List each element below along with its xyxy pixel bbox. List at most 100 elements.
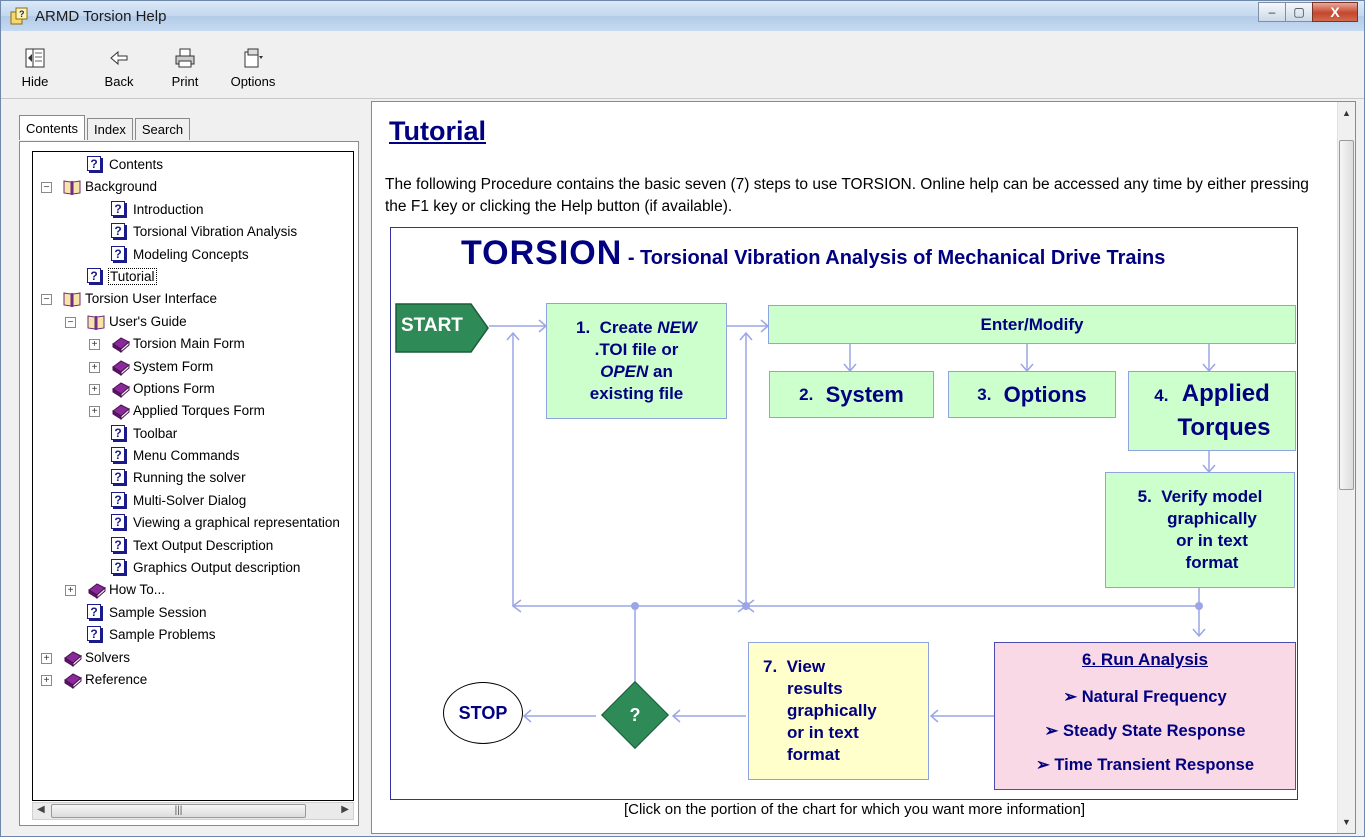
tree-item[interactable]: ? Introduction — [33, 200, 353, 222]
page-title: Tutorial — [389, 116, 486, 146]
tree-item[interactable]: + Torsion Main Form — [33, 334, 353, 356]
expand-icon[interactable]: + — [89, 406, 100, 418]
steady-state-response-link[interactable]: ➢ Steady State Response — [1045, 721, 1246, 741]
step-2-label: System — [825, 381, 904, 407]
step-7-view-results[interactable]: 7. View results graphically or in text f… — [748, 642, 929, 780]
collapse-icon[interactable]: − — [41, 182, 52, 194]
expand-icon[interactable]: + — [41, 652, 52, 664]
tree-item[interactable]: ? Sample Problems — [33, 625, 353, 647]
expand-icon[interactable]: + — [41, 674, 52, 686]
scroll-down-icon[interactable]: ▼ — [1342, 817, 1351, 827]
step-5-text-b: graphically — [1167, 509, 1257, 528]
collapse-icon[interactable]: − — [65, 316, 76, 328]
options-button[interactable]: Options — [225, 47, 281, 89]
step-3-label: Options — [1003, 381, 1087, 407]
time-transient-response-link[interactable]: ➢ Time Transient Response — [1036, 755, 1254, 775]
back-label: Back — [104, 74, 134, 89]
step-6-run-analysis[interactable]: 6. Run Analysis ➢ Natural Frequency ➢ St… — [994, 642, 1296, 790]
open-book-icon — [87, 313, 105, 331]
tab-index[interactable]: Index — [87, 118, 133, 140]
tree-item-label: Menu Commands — [133, 448, 240, 464]
tutorial-flowchart[interactable]: TORSION - Torsional Vibration Analysis o… — [390, 227, 1298, 800]
natural-frequency-link[interactable]: ➢ Natural Frequency — [1063, 687, 1226, 707]
tab-search[interactable]: Search — [134, 118, 191, 140]
horizontal-scrollbar[interactable]: ◀ ||| ▶ — [32, 802, 354, 820]
step-5-verify-model[interactable]: 5. Verify model graphically or in text f… — [1105, 472, 1295, 588]
expand-icon[interactable]: + — [65, 585, 76, 597]
tree-item[interactable]: ? Tutorial — [33, 267, 353, 289]
tree-item[interactable]: − Torsion User Interface — [33, 289, 353, 311]
step-2-system[interactable]: 2. System — [769, 371, 934, 418]
help-topic-icon: ? — [111, 514, 125, 530]
enter-modify-bar[interactable]: Enter/Modify — [768, 305, 1296, 344]
scroll-right-icon[interactable]: ▶ — [341, 804, 349, 815]
help-topic-icon: ? — [87, 603, 101, 619]
step-5-text-d: format — [1185, 553, 1239, 572]
tree-item-label: Reference — [85, 671, 148, 687]
tree-item[interactable]: ? Menu Commands — [33, 446, 353, 468]
tree-item[interactable]: ? Graphics Output description — [33, 558, 353, 580]
step-5-text-c: or in text — [1176, 531, 1248, 550]
tree-item[interactable]: ? Torsional Vibration Analysis — [33, 222, 353, 244]
tree-item-label: Tutorial — [108, 267, 157, 285]
vertical-scrollbar[interactable]: ▲ ▼ — [1337, 102, 1355, 833]
tree-item[interactable]: + Solvers — [33, 648, 353, 670]
tree-item[interactable]: ? Running the solver — [33, 468, 353, 490]
tree-item[interactable]: + Applied Torques Form — [33, 401, 353, 423]
decision-label: ? — [629, 704, 641, 725]
tree-item[interactable]: ? Toolbar — [33, 424, 353, 446]
expand-icon[interactable]: + — [89, 339, 100, 351]
start-node[interactable]: START — [395, 303, 489, 353]
tree-item[interactable]: + Reference — [33, 670, 353, 692]
print-button[interactable]: Print — [165, 47, 205, 89]
help-topic-icon: ? — [87, 156, 101, 171]
tree-item[interactable]: ? Modeling Concepts — [33, 245, 353, 267]
expand-icon[interactable]: + — [89, 361, 100, 373]
tree-item[interactable]: + System Form — [33, 357, 353, 379]
tree-item[interactable]: ? Viewing a graphical representation — [33, 513, 353, 535]
hide-button[interactable]: Hide — [15, 47, 55, 89]
tree-item[interactable]: + How To... — [33, 580, 353, 602]
vertical-scroll-thumb[interactable] — [1339, 140, 1354, 490]
tree-item[interactable]: + Options Form — [33, 379, 353, 401]
stop-node[interactable]: STOP — [443, 682, 523, 744]
back-button[interactable]: Back — [99, 47, 139, 89]
window-title: ARMD Torsion Help — [35, 8, 167, 25]
expand-icon[interactable]: + — [89, 383, 100, 395]
step-7-text-c: graphically — [787, 701, 877, 720]
stop-label: STOP — [458, 702, 508, 723]
tree-item[interactable]: ? Multi-Solver Dialog — [33, 491, 353, 513]
tree-item[interactable]: − Background — [33, 177, 353, 199]
title-bar[interactable]: ? ARMD Torsion Help – ▢ X — [1, 1, 1364, 31]
tree-item[interactable]: ? Text Output Description — [33, 536, 353, 558]
help-topic-icon: ? — [111, 469, 125, 485]
step-3-options[interactable]: 3. Options — [948, 371, 1116, 418]
back-arrow-icon — [107, 47, 131, 71]
scroll-left-icon[interactable]: ◀ — [37, 804, 45, 815]
close-button[interactable]: X — [1312, 2, 1358, 22]
tree-item[interactable]: ? Contents — [33, 155, 353, 177]
tree-item-label: Contents — [109, 157, 164, 172]
step-4-number: 4. — [1154, 386, 1169, 405]
tab-contents[interactable]: Contents — [19, 115, 86, 140]
tree-item[interactable]: ? Sample Session — [33, 603, 353, 625]
intro-text: The following Procedure contains the bas… — [385, 176, 1309, 215]
collapse-icon[interactable]: − — [41, 294, 52, 306]
step-4-label-a: Applied — [1181, 380, 1270, 407]
tree-item-label: Torsion Main Form — [133, 336, 245, 352]
step-7-text-d: or in text — [787, 723, 859, 742]
step-4-applied-torques[interactable]: 4. Applied Torques — [1128, 371, 1296, 451]
step-1-open: OPEN — [600, 362, 649, 381]
closed-book-icon — [87, 581, 106, 600]
minimize-button[interactable]: – — [1258, 2, 1286, 22]
printer-icon — [173, 47, 197, 71]
help-app-icon: ? — [10, 7, 28, 25]
step-1-create-file[interactable]: 1. Create NEW .TOI file or OPEN an exist… — [546, 303, 727, 419]
tree-item-label: Background — [85, 179, 158, 195]
step-6-title: 6. Run Analysis — [1082, 650, 1208, 669]
scroll-up-icon[interactable]: ▲ — [1342, 108, 1351, 118]
help-topic-icon: ? — [111, 424, 125, 440]
tree-item[interactable]: − User's Guide — [33, 312, 353, 334]
scroll-thumb[interactable]: ||| — [51, 804, 306, 818]
maximize-button[interactable]: ▢ — [1285, 2, 1313, 22]
